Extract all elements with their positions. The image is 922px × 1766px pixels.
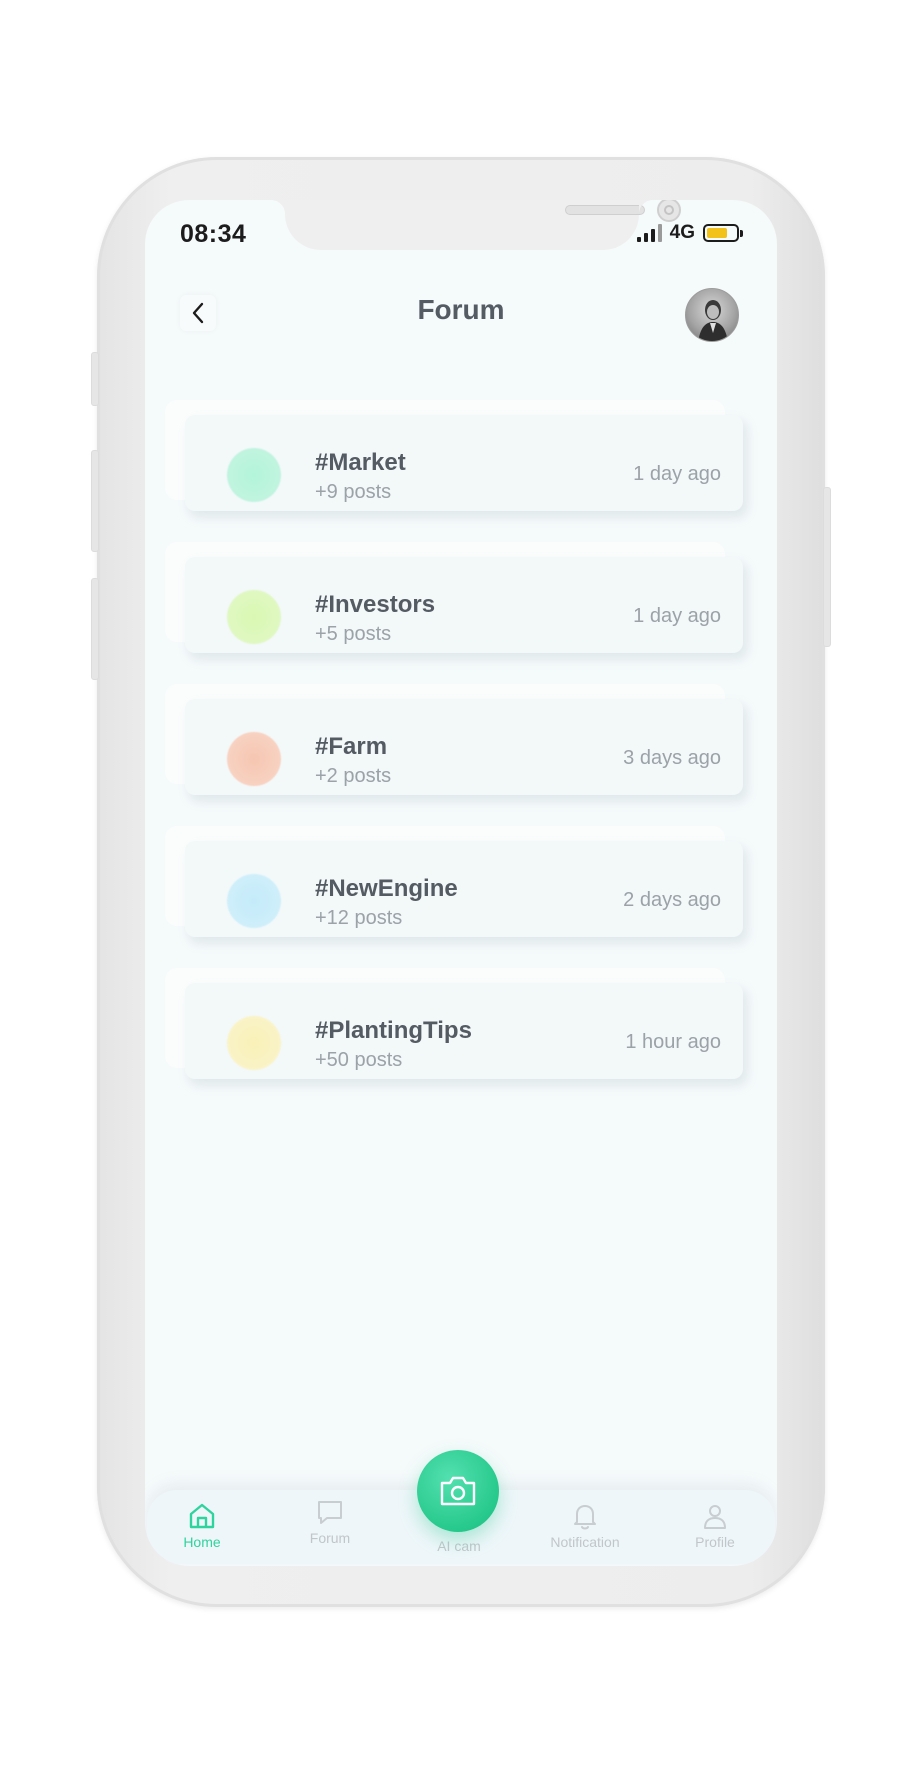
earpiece-speaker: [565, 205, 645, 215]
mute-switch: [91, 352, 99, 406]
topic-name: #Market: [315, 449, 406, 476]
nav-item-forum[interactable]: Forum: [280, 1496, 380, 1546]
network-type: 4G: [669, 222, 695, 243]
topic-name: #PlantingTips: [315, 1017, 472, 1044]
status-indicators: 4G: [636, 222, 743, 244]
topic-card-newengine[interactable]: #NewEngine +12 posts 2 days ago: [165, 826, 745, 938]
topic-card-farm[interactable]: #Farm +2 posts 3 days ago: [165, 684, 745, 796]
topic-timestamp: 1 hour ago: [625, 1031, 721, 1053]
status-time: 08:34: [180, 220, 247, 248]
topic-name: #Investors: [315, 591, 436, 618]
topic-color-dot: [227, 448, 281, 502]
phone-screen: 08:34 4G Forum #Market +9 posts 1 day ag…: [145, 200, 777, 1566]
volume-up-button: [91, 450, 99, 552]
nav-label-aicam: AI cam: [437, 1538, 481, 1554]
topic-post-count: +12 posts: [315, 907, 403, 929]
front-camera: [657, 200, 681, 222]
topic-timestamp: 2 days ago: [623, 889, 721, 911]
ai-camera-button[interactable]: [417, 1450, 499, 1532]
topic-card-investors[interactable]: #Investors +5 posts 1 day ago: [165, 542, 745, 654]
topic-card-plantingtips[interactable]: #PlantingTips +50 posts 1 hour ago: [165, 968, 745, 1080]
camera-icon: [440, 1476, 476, 1506]
topic-name: #Farm: [315, 733, 388, 760]
page-title: Forum: [417, 294, 505, 325]
nav-item-home[interactable]: Home: [152, 1500, 252, 1550]
topic-timestamp: 1 day ago: [633, 605, 721, 627]
topic-card-body: #PlantingTips +50 posts 1 hour ago: [185, 983, 743, 1079]
nav-item-aicam-label[interactable]: AI cam: [409, 1536, 509, 1554]
topic-card-body: #Investors +5 posts 1 day ago: [185, 557, 743, 653]
nav-item-notification[interactable]: Notification: [535, 1500, 635, 1550]
topic-color-dot: [227, 732, 281, 786]
topic-card-body: #NewEngine +12 posts 2 days ago: [185, 841, 743, 937]
topic-card-body: #Farm +2 posts 3 days ago: [185, 699, 743, 795]
avatar[interactable]: [685, 288, 739, 342]
topic-post-count: +50 posts: [315, 1049, 403, 1071]
user-icon: [704, 1505, 726, 1529]
bell-icon: [574, 1505, 596, 1530]
signal-icon: [636, 224, 662, 242]
topic-card-body: #Market +9 posts 1 day ago: [185, 415, 743, 511]
nav-label-notification: Notification: [550, 1534, 620, 1550]
battery-icon: [703, 224, 743, 242]
topic-color-dot: [227, 1016, 281, 1070]
nav-label-profile: Profile: [695, 1534, 735, 1550]
nav-item-profile[interactable]: Profile: [665, 1500, 765, 1550]
topic-post-count: +9 posts: [315, 481, 392, 503]
topic-color-dot: [227, 590, 281, 644]
topic-color-dot: [227, 874, 281, 928]
topic-timestamp: 3 days ago: [623, 747, 721, 769]
topic-post-count: +2 posts: [315, 765, 392, 787]
topic-card-market[interactable]: #Market +9 posts 1 day ago: [165, 400, 745, 512]
power-button: [823, 487, 831, 647]
nav-label-home: Home: [183, 1534, 221, 1550]
nav-label-forum: Forum: [309, 1530, 351, 1546]
volume-down-button: [91, 578, 99, 680]
notch: [271, 200, 681, 250]
home-icon: [189, 1503, 215, 1529]
topic-timestamp: 1 day ago: [633, 463, 721, 485]
user-photo-icon: [698, 300, 728, 341]
topic-post-count: +5 posts: [315, 623, 392, 645]
chat-bubble-icon: [318, 1501, 342, 1524]
topic-name: #NewEngine: [315, 875, 458, 902]
